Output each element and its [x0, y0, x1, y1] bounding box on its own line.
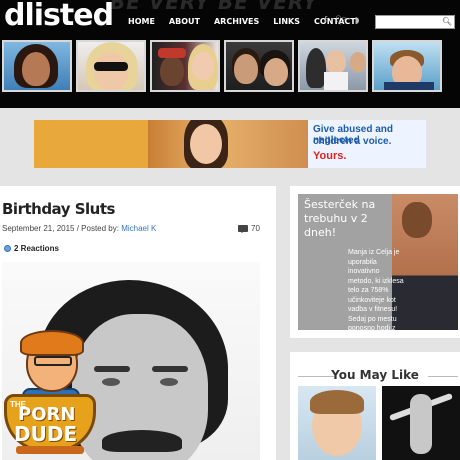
social-links: f 🐦︎ ◗	[324, 16, 359, 26]
post-author-link[interactable]: Michael K	[121, 224, 156, 233]
thumbnail[interactable]	[298, 40, 368, 92]
nav-archives[interactable]: ARCHIVES	[214, 17, 259, 26]
search-box: 🔍︎	[375, 15, 455, 33]
comment-count-value: 70	[251, 224, 260, 233]
recommended-card[interactable]	[382, 386, 460, 460]
post-meta: September 21, 2015 / Posted by: Michael …	[2, 224, 156, 233]
site-header: BE VERY BE VERY dlisted HOME ABOUT ARCHI…	[0, 0, 460, 108]
you-may-like-title: You May Like	[331, 368, 419, 382]
search-input[interactable]	[376, 20, 442, 33]
nav-about[interactable]: ABOUT	[169, 17, 200, 26]
comment-count[interactable]: 70	[238, 224, 260, 233]
sidebar-ad-content[interactable]: Šesterček na trebuhu v 2 dneh! Manja iz …	[298, 194, 458, 330]
porn-dude-sticker[interactable]: THE PORN DUDE	[0, 330, 98, 460]
you-may-like: You May Like	[290, 352, 460, 460]
thumbnail[interactable]	[2, 40, 72, 92]
banner-line-3: Yours.	[313, 150, 347, 162]
rss-icon[interactable]: ◗	[355, 16, 360, 26]
sidebar-ad-body: Manja iz Celja je uporabila inovativno m…	[348, 249, 404, 330]
recommended-card[interactable]	[298, 386, 376, 460]
thumbnail[interactable]	[150, 40, 220, 92]
banner-ad[interactable]: Give abused and neglected children a voi…	[34, 120, 426, 168]
sidebar-ad: Šesterček na trebuhu v 2 dneh! Manja iz …	[290, 186, 460, 338]
comment-icon	[238, 225, 248, 233]
twitter-icon[interactable]: 🐦︎	[335, 16, 346, 26]
sticker-dude: DUDE	[14, 422, 78, 446]
glasses-icon	[34, 356, 72, 366]
banner-line-2: children a voice.	[313, 136, 392, 147]
featured-thumbnails	[2, 40, 442, 92]
post-title[interactable]: Birthday Sluts	[2, 200, 115, 218]
reactions-label: 2 Reactions	[14, 244, 59, 253]
search-icon[interactable]: 🔍︎	[442, 17, 452, 26]
banner-photo	[148, 120, 308, 168]
thumbnail[interactable]	[76, 40, 146, 92]
nav-links[interactable]: LINKS	[273, 17, 300, 26]
nav-home[interactable]: HOME	[128, 17, 155, 26]
sidebar-ad-title: Šesterček na trebuhu v 2 dneh!	[304, 198, 376, 239]
post-date: September 21, 2015 / Posted by:	[2, 224, 119, 233]
reaction-icon	[4, 245, 11, 252]
thumbnail[interactable]	[224, 40, 294, 92]
thumbnail[interactable]	[372, 40, 442, 92]
site-logo[interactable]: dlisted	[4, 0, 114, 33]
facebook-icon[interactable]: f	[324, 16, 327, 26]
reactions[interactable]: 2 Reactions	[4, 244, 59, 253]
